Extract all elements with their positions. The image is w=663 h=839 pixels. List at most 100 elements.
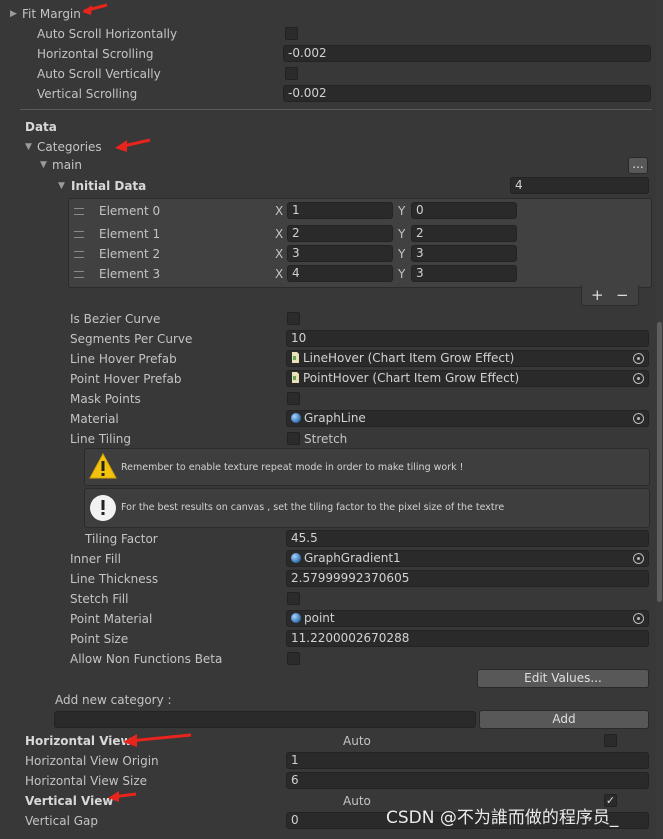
stretch-fill-checkbox[interactable]	[287, 592, 300, 605]
line-hover-field[interactable]: LineHover (Chart Item Grow Effect)	[286, 350, 649, 367]
warning-icon	[89, 453, 117, 479]
element-x-field[interactable]: 3	[287, 245, 393, 262]
element-label: Element 2	[99, 247, 161, 261]
auto-scroll-h-checkbox[interactable]	[285, 27, 298, 40]
horizontal-origin-label: Horizontal View Origin	[25, 754, 159, 768]
h-scrolling-label: Horizontal Scrolling	[37, 47, 154, 61]
fit-margin-foldout-icon[interactable]: ▶	[10, 6, 17, 22]
horizontal-origin-field[interactable]: 1	[286, 752, 649, 769]
annotation-arrow-vertical-view	[108, 791, 137, 802]
element-y-field[interactable]: 2	[411, 225, 517, 242]
element-y-field[interactable]: 3	[411, 245, 517, 262]
main-category-label[interactable]: main	[52, 157, 82, 173]
point-size-label: Point Size	[70, 632, 129, 646]
point-hover-field[interactable]: PointHover (Chart Item Grow Effect)	[286, 370, 649, 387]
inner-fill-value: GraphGradient1	[304, 551, 401, 565]
line-tiling-value: Stretch	[304, 432, 348, 446]
mask-points-label: Mask Points	[70, 392, 141, 406]
element-y-field[interactable]: 3	[411, 265, 517, 282]
list-footer	[581, 285, 639, 306]
add-element-button[interactable]: +	[591, 287, 604, 303]
allow-non-functions-label: Allow Non Functions Beta	[70, 652, 223, 666]
initial-data-count-field[interactable]: 4	[510, 177, 649, 194]
scrollbar-thumb[interactable]	[657, 322, 662, 602]
object-picker-icon[interactable]	[633, 373, 644, 384]
inner-fill-label: Inner Fill	[70, 552, 121, 566]
vertical-view-title: Vertical View	[25, 794, 114, 808]
line-thickness-field[interactable]: 2.57999992370605	[286, 570, 649, 587]
material-label: Material	[70, 412, 119, 426]
element-y-field[interactable]: 0	[411, 202, 517, 219]
section-divider	[20, 109, 652, 110]
stretch-fill-label: Stetch Fill	[70, 592, 129, 606]
object-picker-icon[interactable]	[633, 553, 644, 564]
tiling-factor-label: Tiling Factor	[85, 532, 158, 546]
horizontal-auto-label: Auto	[343, 734, 371, 748]
point-material-label: Point Material	[70, 612, 153, 626]
mask-points-checkbox[interactable]	[287, 392, 300, 405]
allow-non-functions-checkbox[interactable]	[287, 652, 300, 665]
y-label: Y	[398, 247, 406, 261]
prefab-icon	[292, 352, 299, 363]
y-label: Y	[398, 227, 406, 241]
auto-scroll-v-checkbox[interactable]	[285, 67, 298, 80]
remove-element-button[interactable]: −	[616, 287, 629, 303]
material-icon	[291, 553, 301, 563]
edit-values-button[interactable]: Edit Values...	[477, 669, 649, 688]
element-x-field[interactable]: 4	[287, 265, 393, 282]
data-section-title: Data	[25, 120, 57, 134]
prefab-icon	[292, 372, 299, 383]
inner-fill-field[interactable]: GraphGradient1	[286, 550, 649, 567]
warning-text: Remember to enable texture repeat mode i…	[121, 462, 464, 473]
y-label: Y	[398, 267, 406, 281]
material-value: GraphLine	[304, 411, 366, 425]
annotation-arrow-horizontal-view	[123, 733, 192, 747]
h-scrolling-field[interactable]: -0.002	[283, 45, 651, 62]
initial-data-foldout-icon[interactable]: ▼	[58, 178, 65, 194]
y-label: Y	[398, 204, 406, 218]
drag-handle-2[interactable]	[74, 251, 84, 258]
annotation-arrow-fit-margin	[82, 3, 108, 15]
horizontal-size-field[interactable]: 6	[286, 772, 649, 789]
info-text: For the best results on canvas , set the…	[121, 502, 505, 513]
info-icon	[90, 495, 116, 521]
main-more-button[interactable]: ...	[628, 157, 648, 174]
is-bezier-label: Is Bezier Curve	[70, 312, 161, 326]
tiling-factor-field[interactable]: 45.5	[286, 530, 649, 547]
object-picker-icon[interactable]	[633, 413, 644, 424]
add-category-input[interactable]	[54, 711, 476, 728]
horizontal-view-title: Horizontal View	[25, 734, 132, 748]
add-category-button[interactable]: Add	[479, 710, 649, 729]
element-x-field[interactable]: 1	[287, 202, 393, 219]
point-size-field[interactable]: 11.2200002670288	[286, 630, 649, 647]
x-label: X	[275, 204, 284, 218]
point-hover-label: Point Hover Prefab	[70, 372, 182, 386]
element-label: Element 3	[99, 267, 161, 281]
line-tiling-label: Line Tiling	[70, 432, 132, 446]
drag-handle-3[interactable]	[74, 271, 84, 278]
point-material-field[interactable]: point	[286, 610, 649, 627]
is-bezier-checkbox[interactable]	[287, 312, 300, 325]
main-foldout-icon[interactable]: ▼	[40, 157, 47, 173]
vertical-auto-checkbox[interactable]: ✓	[604, 794, 617, 807]
drag-handle-1[interactable]	[74, 231, 84, 238]
v-scrolling-field[interactable]: -0.002	[283, 85, 651, 102]
material-icon	[291, 413, 301, 423]
annotation-arrow-categories	[115, 138, 151, 152]
object-picker-icon[interactable]	[633, 353, 644, 364]
horizontal-auto-checkbox[interactable]	[604, 734, 617, 747]
categories-label[interactable]: Categories	[37, 139, 102, 155]
fit-margin-title[interactable]: Fit Margin	[22, 6, 81, 22]
line-tiling-checkbox[interactable]	[287, 432, 300, 445]
line-thickness-label: Line Thickness	[70, 572, 159, 586]
add-new-category-label: Add new category :	[55, 693, 172, 707]
drag-handle-0[interactable]	[74, 208, 84, 215]
categories-foldout-icon[interactable]: ▼	[25, 139, 32, 155]
object-picker-icon[interactable]	[633, 613, 644, 624]
segments-field[interactable]: 10	[286, 330, 649, 347]
auto-scroll-h-label: Auto Scroll Horizontally	[37, 27, 178, 41]
element-x-field[interactable]: 2	[287, 225, 393, 242]
x-label: X	[275, 247, 284, 261]
material-field[interactable]: GraphLine	[286, 410, 649, 427]
initial-data-label[interactable]: Initial Data	[71, 178, 146, 194]
